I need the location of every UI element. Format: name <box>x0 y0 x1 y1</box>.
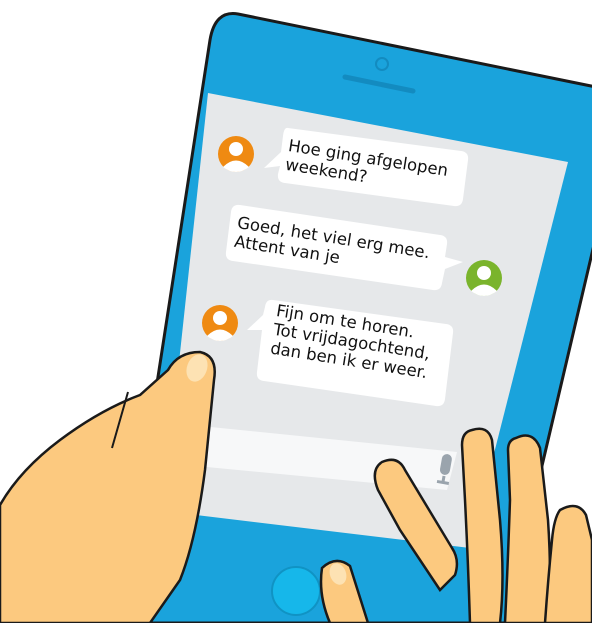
right-hand-finger-pinky <box>543 504 592 623</box>
home-button[interactable] <box>271 566 321 616</box>
user-avatar-icon <box>466 260 502 296</box>
contact-avatar-icon <box>218 136 254 172</box>
contact-avatar-icon <box>202 305 238 341</box>
